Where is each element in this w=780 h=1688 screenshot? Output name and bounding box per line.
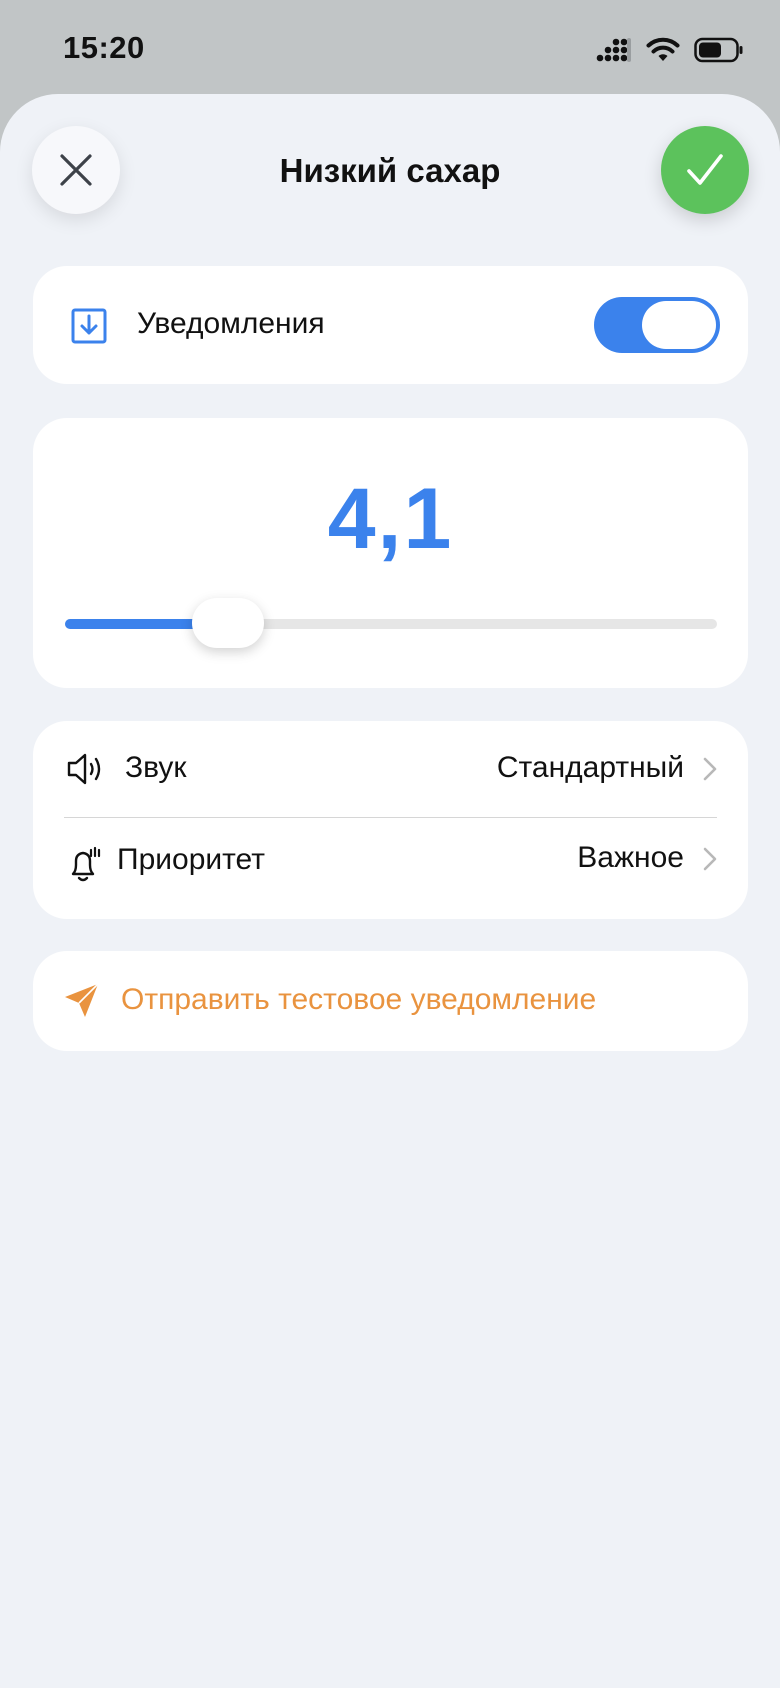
checkmark-icon: [687, 154, 723, 185]
send-test-label: Отправить тестовое уведомление: [121, 983, 597, 1016]
threshold-card: 4,1: [33, 418, 748, 688]
alert-settings-sheet: Низкий сахар Уведомления 4,1 Звук Станда…: [0, 94, 780, 1688]
send-test-notification-button[interactable]: Отправить тестовое уведомление: [33, 951, 748, 1051]
sound-value: Стандартный: [496, 751, 684, 784]
settings-card: Звук Стандартный Приоритет Важное: [33, 721, 748, 919]
sound-row[interactable]: Звук Стандартный: [33, 721, 748, 817]
status-time: 15:20: [63, 30, 145, 65]
toggle-knob: [642, 301, 716, 349]
priority-value: Важное: [577, 841, 684, 874]
priority-label: Приоритет: [117, 843, 265, 876]
notifications-card: Уведомления: [33, 266, 748, 384]
battery-icon: [694, 37, 743, 63]
bell-ringing-icon: [71, 846, 101, 882]
notifications-toggle[interactable]: [594, 297, 720, 353]
chevron-right-icon: [703, 757, 717, 781]
threshold-slider-thumb[interactable]: [192, 598, 264, 648]
chevron-right-icon: [703, 847, 717, 871]
priority-row[interactable]: Приоритет Важное: [33, 817, 748, 913]
threshold-slider-track[interactable]: [65, 619, 717, 629]
threshold-value: 4,1: [327, 471, 454, 567]
speaker-icon: [67, 753, 101, 785]
wifi-icon: [646, 37, 680, 61]
status-bar: 15:20: [0, 0, 780, 94]
download-box-icon: [71, 308, 107, 344]
sound-label: Звук: [125, 751, 187, 784]
notifications-label: Уведомления: [137, 307, 325, 340]
signal-icon: [596, 38, 631, 62]
send-icon: [65, 983, 99, 1017]
confirm-button[interactable]: [661, 126, 749, 214]
status-icons: [596, 36, 744, 64]
